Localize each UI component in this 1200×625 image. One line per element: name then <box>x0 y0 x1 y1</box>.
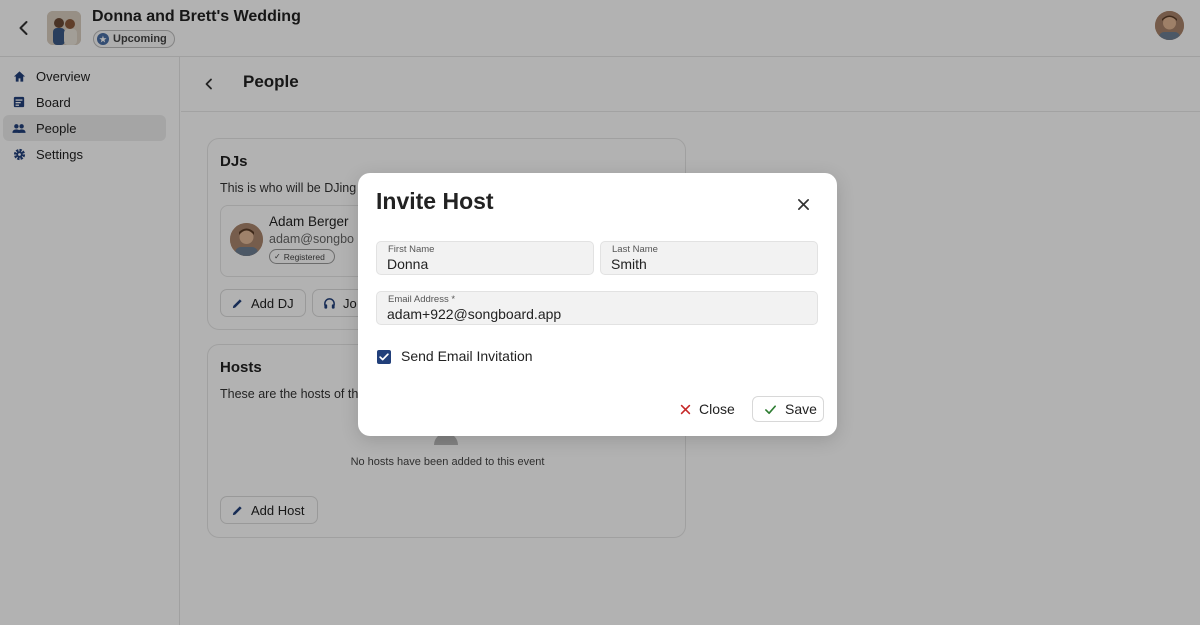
send-invitation-checkbox[interactable] <box>377 350 391 364</box>
check-icon <box>379 353 389 361</box>
close-icon[interactable] <box>794 195 812 213</box>
last-name-field[interactable]: Last Name <box>600 241 818 275</box>
first-name-field[interactable]: First Name <box>376 241 594 275</box>
check-icon <box>765 404 776 414</box>
dialog-title: Invite Host <box>376 188 494 214</box>
close-icon <box>680 404 691 414</box>
invite-host-dialog: Invite Host First Name Last Name Email A… <box>358 173 837 436</box>
first-name-input[interactable] <box>387 256 589 272</box>
close-label: Close <box>699 401 735 417</box>
send-invitation-label[interactable]: Send Email Invitation <box>401 348 533 364</box>
email-label: Email Address * <box>388 294 456 305</box>
close-button[interactable]: Close <box>680 396 735 422</box>
email-input[interactable] <box>387 306 813 322</box>
email-field[interactable]: Email Address * <box>376 291 818 325</box>
last-name-input[interactable] <box>611 256 813 272</box>
last-name-label: Last Name <box>612 244 658 255</box>
first-name-label: First Name <box>388 244 435 255</box>
save-button[interactable]: Save <box>752 396 824 422</box>
save-label: Save <box>785 401 817 417</box>
